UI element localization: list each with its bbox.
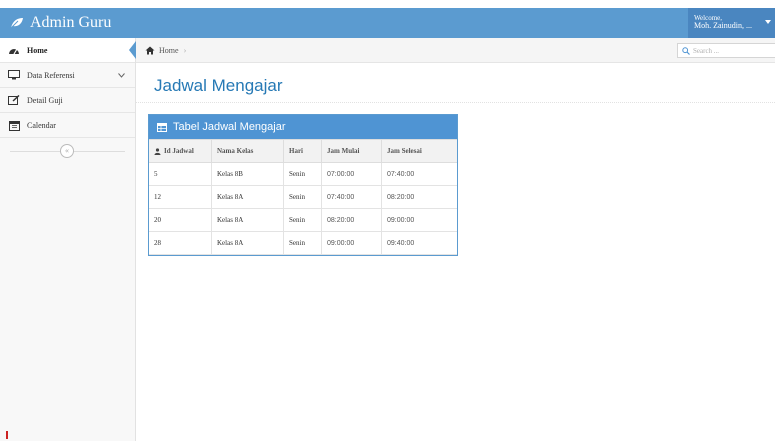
chevron-down-icon <box>118 71 125 80</box>
cell-hari: Senin <box>283 185 322 209</box>
cell-nama-kelas: Kelas 8A <box>211 208 284 232</box>
user-menu[interactable]: Welcome, Moh. Zainudin, ... <box>688 8 775 38</box>
column-header-jam-mulai[interactable]: Jam Mulai <box>321 139 382 163</box>
user-name: Moh. Zainudin, ... <box>694 21 752 30</box>
sidebar-item-label: Home <box>27 45 48 55</box>
cell-jam-selesai: 08:20:00 <box>381 185 457 209</box>
sidebar-item-detail-guji[interactable]: Detail Guji <box>0 88 135 113</box>
cell-hari: Senin <box>283 208 322 232</box>
sidebar: Home Data Referensi Detail Guji Calendar… <box>0 38 136 441</box>
calendar-icon <box>8 119 20 131</box>
table-row: 20 Kelas 8A Senin 08:20:00 09:00:00 <box>149 208 457 232</box>
table-row: 5 Kelas 8B Senin 07:00:00 07:40:00 <box>149 162 457 186</box>
cell-id-jadwal: 28 <box>149 231 212 255</box>
column-header-hari[interactable]: Hari <box>283 139 322 163</box>
search-input[interactable]: Search ... <box>677 43 775 58</box>
cell-jam-mulai: 09:00:00 <box>321 231 382 255</box>
top-navbar: Admin Guru Welcome, Moh. Zainudin, ... <box>0 8 775 38</box>
page-title: Jadwal Mengajar <box>154 76 283 95</box>
column-header-id-jadwal[interactable]: Id Jadwal <box>149 139 212 163</box>
breadcrumb-separator: › <box>183 45 187 55</box>
edit-icon <box>8 94 20 106</box>
dashboard-icon <box>8 44 20 56</box>
sidebar-item-label: Detail Guji <box>27 95 63 105</box>
cell-jam-selesai: 09:40:00 <box>381 231 457 255</box>
sidebar-item-home[interactable]: Home <box>0 38 136 63</box>
desktop-icon <box>8 69 20 81</box>
cell-id-jadwal: 20 <box>149 208 212 232</box>
corner-marker <box>6 431 8 439</box>
cell-nama-kelas: Kelas 8B <box>211 162 284 186</box>
cell-nama-kelas: Kelas 8A <box>211 231 284 255</box>
widget-title: Tabel Jadwal Mengajar <box>173 121 286 133</box>
breadcrumb-bar: Home › Search ... <box>136 38 775 63</box>
cell-hari: Senin <box>283 162 322 186</box>
caret-down-icon <box>765 20 771 24</box>
column-header-nama-kelas[interactable]: Nama Kelas <box>211 139 284 163</box>
cell-jam-selesai: 09:00:00 <box>381 208 457 232</box>
cell-id-jadwal: 12 <box>149 185 212 209</box>
table-icon <box>157 122 167 132</box>
breadcrumb: Home › <box>145 38 186 62</box>
cell-jam-mulai: 08:20:00 <box>321 208 382 232</box>
home-icon <box>145 46 155 54</box>
cell-jam-selesai: 07:40:00 <box>381 162 457 186</box>
schedule-table: Id Jadwal Nama Kelas Hari Jam Mulai Jam … <box>149 139 457 255</box>
sidebar-item-calendar[interactable]: Calendar <box>0 113 135 138</box>
column-header-label: Id Jadwal <box>164 147 194 155</box>
schedule-widget: Tabel Jadwal Mengajar Id Jadwal Nama Kel… <box>148 114 458 256</box>
sidebar-collapse: « <box>0 138 135 164</box>
brand-title: Admin Guru <box>30 14 112 31</box>
table-header-row: Id Jadwal Nama Kelas Hari Jam Mulai Jam … <box>149 139 457 163</box>
user-icon <box>154 148 161 155</box>
sidebar-item-data-referensi[interactable]: Data Referensi <box>0 63 135 88</box>
search-placeholder: Search ... <box>693 46 720 55</box>
cell-jam-mulai: 07:00:00 <box>321 162 382 186</box>
leaf-icon <box>10 18 23 29</box>
cell-jam-mulai: 07:40:00 <box>321 185 382 209</box>
brand[interactable]: Admin Guru <box>10 8 111 38</box>
table-row: 28 Kelas 8A Senin 09:00:00 09:40:00 <box>149 231 457 255</box>
cell-nama-kelas: Kelas 8A <box>211 185 284 209</box>
sidebar-item-label: Data Referensi <box>27 70 75 80</box>
search-icon <box>682 46 690 55</box>
collapse-icon[interactable]: « <box>60 144 74 158</box>
column-header-jam-selesai[interactable]: Jam Selesai <box>381 139 457 163</box>
widget-header: Tabel Jadwal Mengajar <box>149 115 457 139</box>
sidebar-item-label: Calendar <box>27 120 56 130</box>
breadcrumb-home[interactable]: Home <box>159 46 179 55</box>
active-indicator <box>129 41 136 59</box>
table-row: 12 Kelas 8A Senin 07:40:00 08:20:00 <box>149 185 457 209</box>
cell-hari: Senin <box>283 231 322 255</box>
page-header: Jadwal Mengajar <box>136 62 775 103</box>
cell-id-jadwal: 5 <box>149 162 212 186</box>
